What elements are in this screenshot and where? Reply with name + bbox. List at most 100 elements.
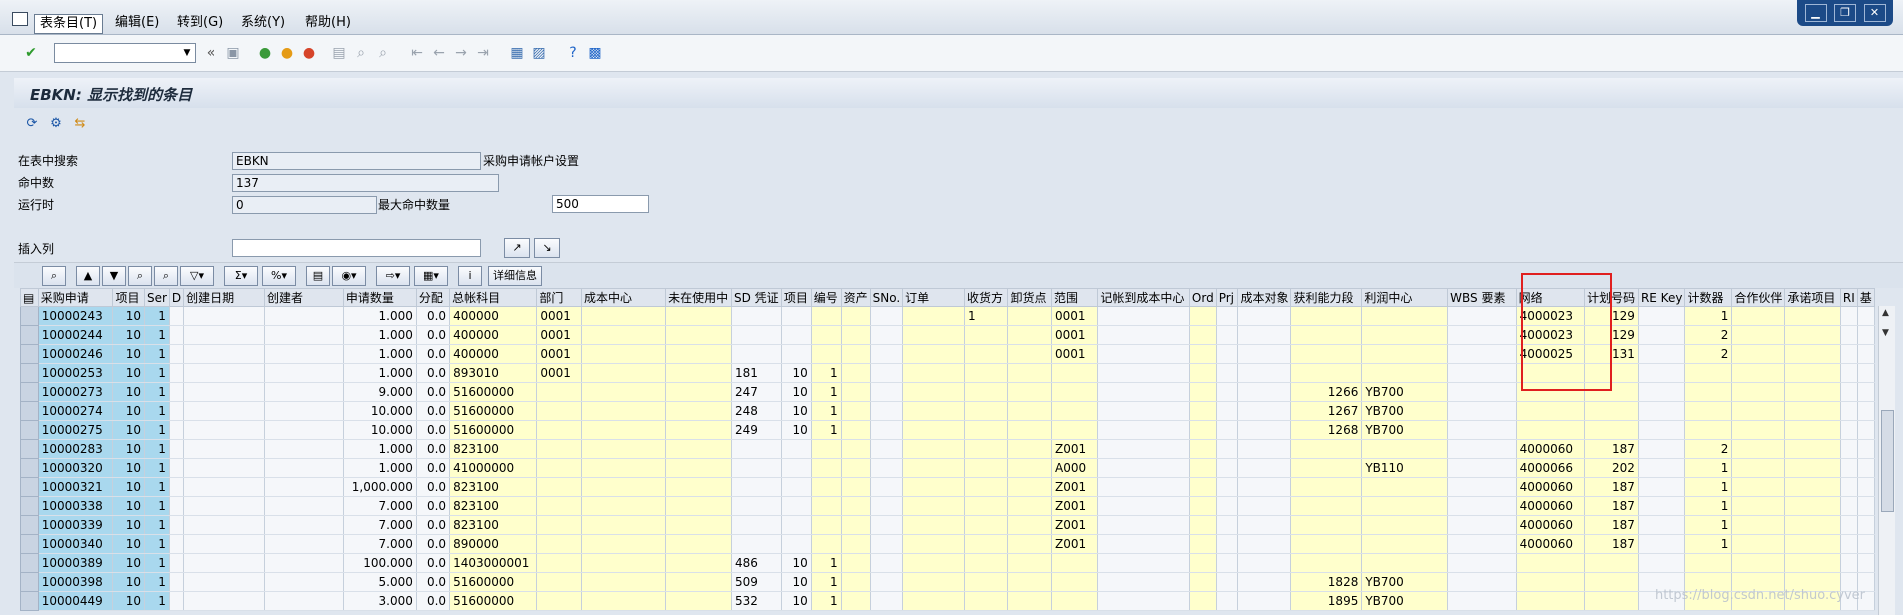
table-cell[interactable] (580, 496, 667, 516)
column-header[interactable]: 收货方 (963, 288, 1009, 307)
column-header[interactable]: 合作伙伴 (1731, 288, 1786, 307)
table-cell[interactable] (665, 420, 732, 440)
table-cell[interactable] (1839, 477, 1858, 497)
close-icon[interactable]: ✕ (1863, 4, 1886, 22)
table-cell[interactable]: 187 (1584, 515, 1639, 535)
table-cell[interactable]: 0.0 (415, 306, 451, 326)
sort-descending-icon[interactable]: ▼ (102, 266, 126, 286)
table-cell[interactable] (1097, 439, 1190, 459)
table-row[interactable]: 10000283 10 1 1.000 0.0 823100 Z001 4000060 187 2 (20, 439, 1875, 459)
table-cell[interactable] (580, 572, 667, 592)
table-cell[interactable] (1361, 363, 1449, 383)
table-cell[interactable] (1237, 401, 1292, 421)
table-cell[interactable] (263, 401, 344, 421)
table-cell[interactable] (536, 401, 582, 421)
table-cell[interactable] (902, 477, 965, 497)
table-cell[interactable] (963, 496, 1009, 516)
details-view-icon[interactable]: ⌕ (42, 266, 66, 286)
table-cell[interactable] (1188, 477, 1217, 497)
table-cell[interactable]: 10000244 (37, 325, 114, 345)
table-cell[interactable] (168, 382, 185, 402)
table-cell[interactable]: 10 (112, 382, 145, 402)
table-cell[interactable]: 10 (112, 325, 145, 345)
table-cell[interactable] (1188, 344, 1217, 364)
row-selector[interactable] (20, 591, 39, 611)
table-cell[interactable] (1097, 534, 1190, 554)
row-selector[interactable] (20, 553, 39, 573)
table-cell[interactable] (1515, 591, 1586, 611)
search-table-field[interactable]: EBKN (232, 152, 481, 170)
table-cell[interactable] (168, 553, 185, 573)
column-header[interactable]: 成本中心 (580, 288, 667, 307)
table-cell[interactable] (1731, 439, 1786, 459)
table-cell[interactable] (263, 382, 344, 402)
table-cell[interactable] (168, 344, 185, 364)
views-icon[interactable]: ◉▾ (332, 266, 366, 286)
table-cell[interactable]: 10000389 (37, 553, 114, 573)
table-cell[interactable] (1188, 306, 1217, 326)
table-cell[interactable] (1731, 534, 1786, 554)
next-page-icon[interactable]: → (452, 44, 470, 62)
table-cell[interactable]: 10 (112, 496, 145, 516)
table-cell[interactable] (1188, 439, 1217, 459)
table-cell[interactable] (963, 439, 1009, 459)
table-cell[interactable] (580, 325, 667, 345)
table-cell[interactable] (1856, 458, 1875, 478)
table-cell[interactable] (902, 306, 965, 326)
menu-table-entry[interactable]: 表条目(T) (34, 14, 104, 34)
table-cell[interactable]: 1 (810, 591, 842, 611)
table-cell[interactable] (1447, 572, 1517, 592)
table-cell[interactable]: 187 (1584, 534, 1639, 554)
table-cell[interactable] (1684, 553, 1733, 573)
table-cell[interactable] (1784, 401, 1841, 421)
table-cell[interactable]: 4000023 (1515, 306, 1586, 326)
column-header[interactable]: 采购申请 (37, 288, 114, 307)
table-cell[interactable]: 400000 (449, 306, 538, 326)
table-cell[interactable]: 1 (143, 344, 170, 364)
table-cell[interactable] (1637, 515, 1686, 535)
table-cell[interactable] (263, 344, 344, 364)
table-cell[interactable] (580, 344, 667, 364)
table-cell[interactable]: 1.000 (342, 325, 417, 345)
table-cell[interactable] (1215, 572, 1239, 592)
filter-settings-icon[interactable]: ⚙ (48, 116, 64, 132)
table-cell[interactable] (840, 591, 871, 611)
table-cell[interactable] (1839, 401, 1858, 421)
table-cell[interactable] (168, 401, 185, 421)
table-cell[interactable]: 486 (730, 553, 782, 573)
print-icon[interactable]: ▤ (330, 44, 348, 62)
table-cell[interactable] (1839, 420, 1858, 440)
table-cell[interactable] (840, 344, 871, 364)
table-cell[interactable] (1237, 496, 1292, 516)
table-cell[interactable] (869, 591, 904, 611)
command-field[interactable]: ▼ (54, 43, 196, 63)
table-cell[interactable]: A000 (1050, 458, 1099, 478)
table-cell[interactable]: 0.0 (415, 534, 451, 554)
table-cell[interactable] (730, 496, 782, 516)
table-cell[interactable] (1050, 591, 1099, 611)
max-hits-field[interactable]: 500 (552, 195, 649, 213)
vertical-scrollbar[interactable]: ▲ ▼ (1878, 306, 1895, 615)
table-cell[interactable]: 10 (112, 553, 145, 573)
table-cell[interactable]: 10000275 (37, 420, 114, 440)
table-cell[interactable] (869, 306, 904, 326)
table-cell[interactable]: Z001 (1050, 515, 1099, 535)
column-header[interactable]: Ord (1188, 288, 1217, 307)
table-cell[interactable] (263, 572, 344, 592)
table-cell[interactable]: Z001 (1050, 439, 1099, 459)
table-cell[interactable]: 1 (143, 420, 170, 440)
table-cell[interactable] (1237, 477, 1292, 497)
table-cell[interactable] (902, 534, 965, 554)
column-header[interactable]: SD 凭证 (730, 288, 782, 307)
table-cell[interactable] (1097, 306, 1190, 326)
table-cell[interactable] (1856, 477, 1875, 497)
table-cell[interactable] (168, 534, 185, 554)
table-cell[interactable]: 10000320 (37, 458, 114, 478)
row-selector[interactable] (20, 325, 39, 345)
table-cell[interactable] (963, 458, 1009, 478)
refresh-icon[interactable]: ⟳ (24, 116, 40, 132)
table-cell[interactable] (536, 382, 582, 402)
table-cell[interactable] (580, 515, 667, 535)
table-cell[interactable]: 1 (143, 591, 170, 611)
table-cell[interactable]: 1 (810, 363, 842, 383)
